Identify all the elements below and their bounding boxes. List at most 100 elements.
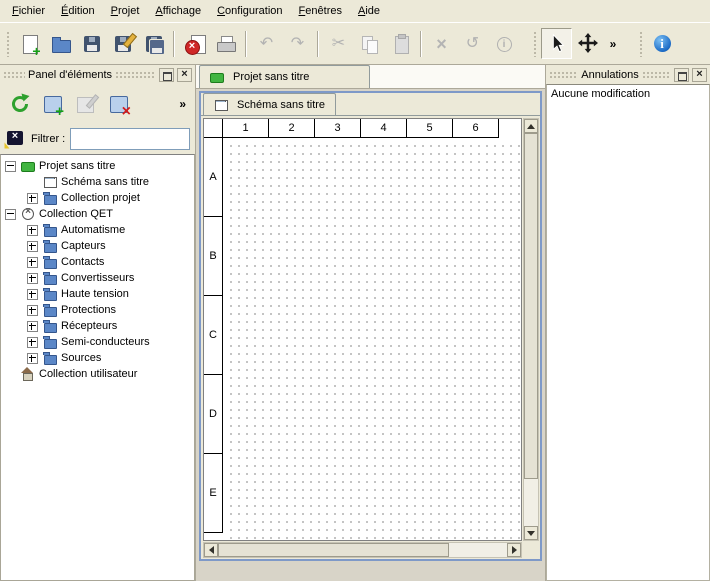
- expand-icon[interactable]: [27, 273, 38, 284]
- new-document-button[interactable]: [14, 28, 45, 59]
- tree-item-label: Haute tension: [61, 288, 129, 300]
- edit-element-button[interactable]: [71, 89, 101, 119]
- ruler-column-label: 1: [223, 119, 269, 138]
- horizontal-scroll-track[interactable]: [218, 543, 507, 557]
- delete-element-button[interactable]: [104, 89, 134, 119]
- save-as-button[interactable]: [107, 28, 138, 59]
- tree-item-schema-sans-titre[interactable]: Schéma sans titre: [1, 174, 194, 190]
- tree-item-projet-sans-titre[interactable]: Projet sans titre: [1, 158, 194, 174]
- tree-item-recepteurs[interactable]: Récepteurs: [1, 318, 194, 334]
- undo-button[interactable]: ↶: [251, 28, 282, 59]
- vertical-scroll-thumb[interactable]: [524, 133, 538, 479]
- delete-x-icon: ×: [431, 33, 453, 55]
- cut-button[interactable]: ✂: [323, 28, 354, 59]
- toolbar-separator: [245, 31, 247, 57]
- save-button[interactable]: [76, 28, 107, 59]
- schema-tab[interactable]: Schéma sans titre: [203, 93, 336, 115]
- paste-icon: [390, 33, 412, 55]
- menu-edition[interactable]: Édition: [53, 2, 103, 20]
- menu-aide[interactable]: Aide: [350, 2, 388, 20]
- delete-button[interactable]: ×: [426, 28, 457, 59]
- vertical-scroll-track[interactable]: [524, 133, 538, 526]
- toolbar-grip[interactable]: [639, 31, 644, 57]
- schema-tab-label: Schéma sans titre: [237, 99, 325, 111]
- expand-icon[interactable]: [27, 353, 38, 364]
- clear-filter-button[interactable]: [5, 129, 26, 148]
- new-element-icon: [42, 93, 64, 115]
- tree-item-label: Capteurs: [61, 240, 106, 252]
- tree-item-protections[interactable]: Protections: [1, 302, 194, 318]
- scroll-right-button[interactable]: [507, 543, 521, 557]
- filter-input[interactable]: [70, 128, 190, 150]
- menu-fenetres[interactable]: Fenêtres: [291, 2, 350, 20]
- tree-item-collection-projet[interactable]: Collection projet: [1, 190, 194, 206]
- expand-icon[interactable]: [27, 305, 38, 316]
- tree-item-contacts[interactable]: Contacts: [1, 254, 194, 270]
- scrollbar-corner: [523, 542, 539, 558]
- save-all-button[interactable]: [138, 28, 169, 59]
- tree-item-haute-tension[interactable]: Haute tension: [1, 286, 194, 302]
- toolbar-grip[interactable]: [533, 31, 538, 57]
- dock-grip[interactable]: [549, 71, 578, 79]
- toolbar-overflow-button[interactable]: »: [603, 28, 623, 59]
- undo-panel: Annulations Aucune modification: [545, 65, 710, 581]
- redo-button[interactable]: ↷: [282, 28, 313, 59]
- collapse-icon[interactable]: [5, 161, 16, 172]
- tree-item-convertisseurs[interactable]: Convertisseurs: [1, 270, 194, 286]
- dock-grip[interactable]: [115, 71, 156, 79]
- rotate-button[interactable]: ↺: [457, 28, 488, 59]
- expand-icon[interactable]: [27, 257, 38, 268]
- toolbar-grip[interactable]: [6, 31, 11, 57]
- expand-icon[interactable]: [27, 289, 38, 300]
- undo-empty-message: Aucune modification: [551, 88, 650, 100]
- undo-history-list[interactable]: Aucune modification: [546, 84, 710, 581]
- close-file-button[interactable]: [179, 28, 210, 59]
- undo-panel-float-button[interactable]: [674, 68, 689, 82]
- menu-projet[interactable]: Projet: [103, 2, 148, 20]
- tree-item-capteurs[interactable]: Capteurs: [1, 238, 194, 254]
- vertical-scrollbar[interactable]: [523, 118, 539, 541]
- pan-mode-button[interactable]: [572, 28, 603, 59]
- print-button[interactable]: [210, 28, 241, 59]
- menu-affichage[interactable]: Affichage: [147, 2, 209, 20]
- collapse-icon[interactable]: [5, 209, 16, 220]
- tree-item-collection-utilisateur[interactable]: Collection utilisateur: [1, 366, 194, 382]
- qet-collection-icon: [21, 208, 35, 220]
- expand-icon[interactable]: [27, 241, 38, 252]
- scroll-up-button[interactable]: [524, 119, 538, 133]
- horizontal-scroll-thumb[interactable]: [218, 543, 449, 557]
- dock-grip[interactable]: [642, 71, 671, 79]
- scroll-left-button[interactable]: [204, 543, 218, 557]
- expand-icon[interactable]: [27, 337, 38, 348]
- diagram-view[interactable]: 1 2 3 4 5 6 A B C D: [203, 118, 522, 541]
- expand-icon[interactable]: [27, 225, 38, 236]
- schema-grid[interactable]: [224, 139, 521, 540]
- paste-button[interactable]: [385, 28, 416, 59]
- menu-configuration[interactable]: Configuration: [209, 2, 290, 20]
- reload-collections-button[interactable]: [5, 89, 35, 119]
- elements-panel-float-button[interactable]: [159, 68, 174, 82]
- scroll-down-button[interactable]: [524, 526, 538, 540]
- tree-item-automatisme[interactable]: Automatisme: [1, 222, 194, 238]
- select-mode-button[interactable]: [541, 28, 572, 59]
- folder-icon: [43, 288, 57, 300]
- properties-button[interactable]: [488, 28, 519, 59]
- copy-button[interactable]: [354, 28, 385, 59]
- tree-item-semi-conducteurs[interactable]: Semi-conducteurs: [1, 334, 194, 350]
- about-button[interactable]: [647, 28, 678, 59]
- project-tab[interactable]: Projet sans titre: [199, 65, 370, 88]
- elements-panel-close-button[interactable]: [177, 68, 192, 82]
- undo-panel-title: Annulations: [581, 69, 639, 81]
- dock-grip[interactable]: [3, 71, 25, 79]
- expand-icon[interactable]: [27, 321, 38, 332]
- tree-item-collection-qet[interactable]: Collection QET: [1, 206, 194, 222]
- new-element-button[interactable]: [38, 89, 68, 119]
- undo-panel-close-button[interactable]: [692, 68, 707, 82]
- save-as-icon: [112, 33, 134, 55]
- open-project-button[interactable]: [45, 28, 76, 59]
- tree-item-sources[interactable]: Sources: [1, 350, 194, 366]
- elements-panel-overflow-button[interactable]: »: [175, 97, 190, 111]
- expand-icon[interactable]: [27, 193, 38, 204]
- horizontal-scrollbar[interactable]: [203, 542, 522, 558]
- menu-fichier[interactable]: Fichier: [4, 2, 53, 20]
